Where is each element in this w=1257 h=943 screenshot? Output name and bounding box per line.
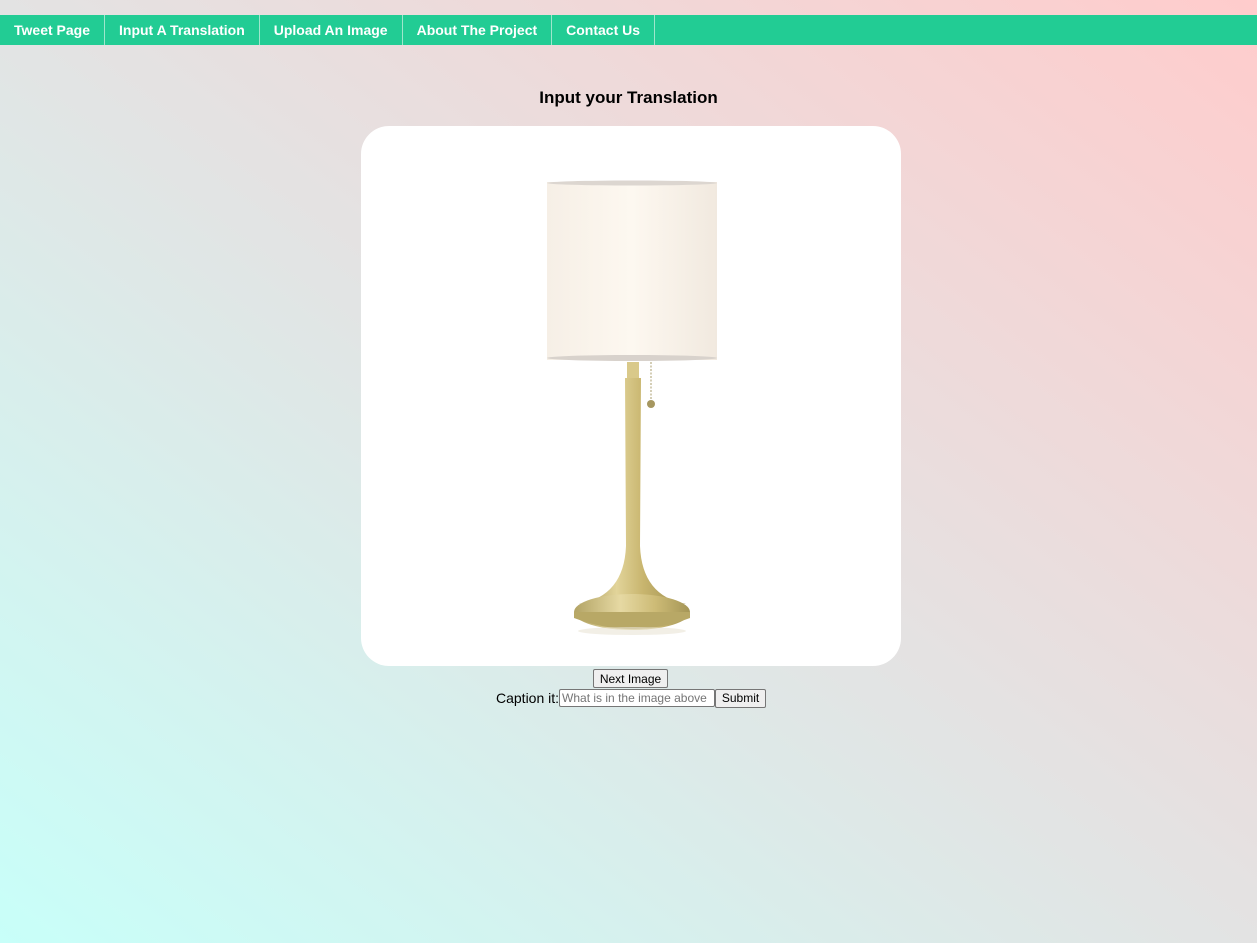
caption-row: Caption it: Submit — [496, 688, 767, 708]
nav-input-translation[interactable]: Input A Translation — [105, 15, 260, 45]
nav-upload-image[interactable]: Upload An Image — [260, 15, 403, 45]
submit-button[interactable]: Submit — [715, 688, 767, 708]
nav-tweet-page[interactable]: Tweet Page — [0, 15, 105, 45]
lamp-shade — [547, 182, 717, 360]
image-card — [361, 126, 901, 666]
top-nav-bar: Tweet Page Input A Translation Upload An… — [0, 15, 1257, 45]
nav-contact-us[interactable]: Contact Us — [552, 15, 656, 45]
table-lamp-image — [547, 180, 717, 635]
caption-input[interactable] — [559, 689, 716, 707]
next-image-button[interactable]: Next Image — [593, 669, 668, 688]
page-title: Input your Translation — [539, 88, 718, 107]
caption-label: Caption it: — [496, 690, 560, 706]
nav-about-project[interactable]: About The Project — [403, 15, 553, 45]
